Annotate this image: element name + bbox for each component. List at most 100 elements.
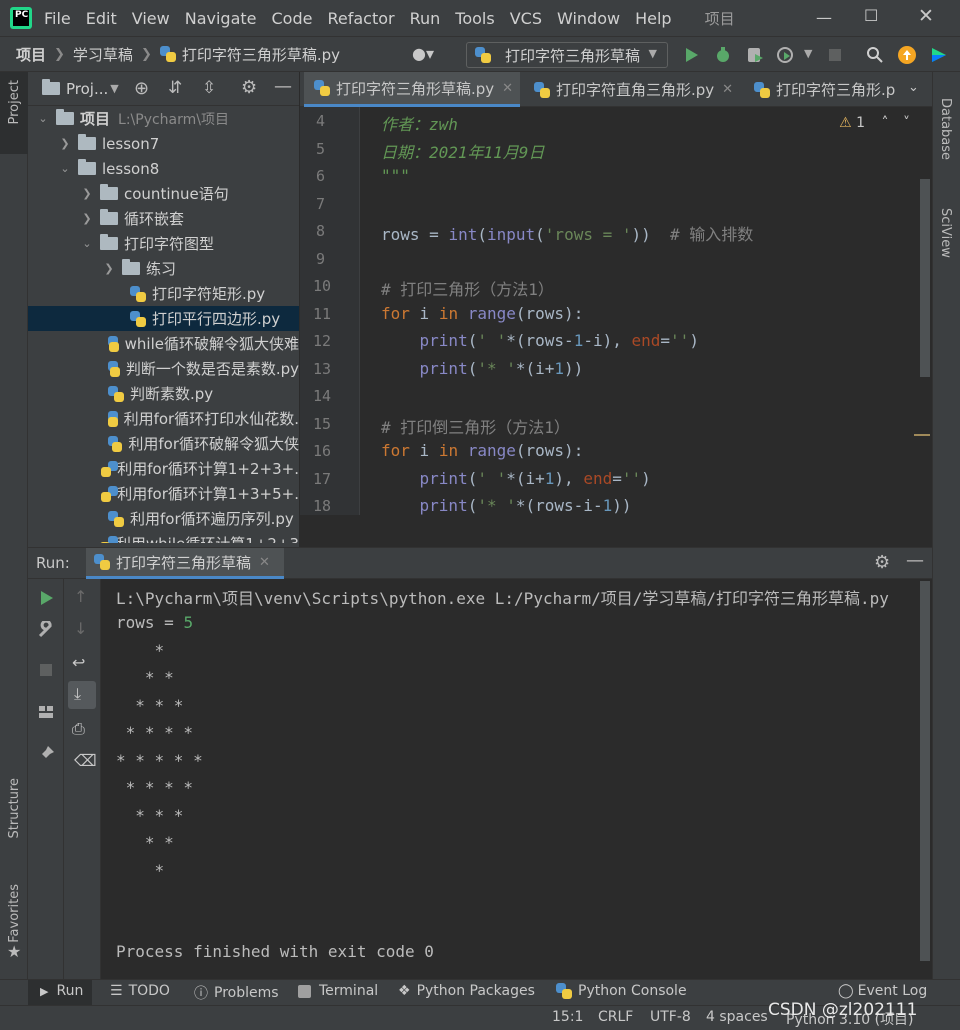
project-view-select[interactable]: Proj... (66, 80, 108, 98)
pin-icon[interactable] (37, 745, 55, 763)
caret-position[interactable]: 15:1 (552, 1009, 583, 1025)
code-editor[interactable]: 4 5 6 7 8 9 10 11 12 13 14 15 16 17 18 作… (300, 107, 932, 515)
indent-setting[interactable]: 4 spaces (706, 1009, 768, 1025)
inspection-widget[interactable]: ⚠ 1 ˄ ˅ (839, 115, 910, 131)
structure-tool-label[interactable]: Structure (7, 778, 22, 838)
stop-icon[interactable] (826, 46, 844, 64)
print-icon[interactable]: ⎙ (72, 719, 85, 739)
menu-refactor[interactable]: Refactor (327, 9, 394, 28)
menu-edit[interactable]: Edit (86, 9, 117, 28)
database-tool-label[interactable]: Database (938, 98, 953, 160)
scroll-to-end-toggle[interactable]: ⤓ (68, 681, 96, 709)
run-console[interactable]: L:\Pycharm\项目\venv\Scripts\python.exe L:… (101, 579, 918, 979)
project-tool-button[interactable]: Project (0, 72, 28, 154)
next-highlight-icon[interactable]: ˅ (903, 115, 910, 131)
terminal-tool-button[interactable]: Terminal (298, 983, 378, 999)
menu-tools[interactable]: Tools (455, 9, 494, 28)
hide-panel-icon[interactable]: — (906, 550, 924, 571)
file-encoding[interactable]: UTF-8 (650, 1009, 691, 1025)
sciview-tool-label[interactable]: SciView (938, 208, 953, 258)
folder-icon (100, 209, 118, 225)
arrow-up-icon[interactable]: ↑ (74, 587, 87, 606)
coverage-icon[interactable] (746, 46, 764, 64)
stop-icon[interactable] (37, 661, 55, 679)
tree-item-file[interactable]: 判断一个数是否是素数.py (28, 356, 299, 381)
line-separator[interactable]: CRLF (598, 1009, 633, 1025)
user-icon[interactable]: ●▾ (412, 44, 434, 63)
breadcrumb-folder[interactable]: 学习草稿 (73, 44, 133, 65)
editor-tab-active[interactable]: 打印字符三角形草稿.py ✕ (304, 72, 520, 107)
previous-highlight-icon[interactable]: ˄ (882, 115, 889, 131)
tree-root[interactable]: ⌄ 项目 L:\Pycharm\项目 (28, 106, 299, 131)
run-configuration-select[interactable]: 打印字符三角形草稿 ▼ (466, 42, 668, 68)
tree-item-file[interactable]: while循环破解令狐大侠难 (28, 331, 299, 356)
profile-icon[interactable] (776, 46, 794, 64)
tree-item-file[interactable]: 利用for循环打印水仙花数. (28, 406, 299, 431)
close-window-button[interactable]: ✕ (918, 5, 934, 27)
menu-file[interactable]: File (44, 9, 71, 28)
rerun-icon[interactable] (37, 589, 55, 607)
tree-item-file[interactable]: 判断素数.py (28, 381, 299, 406)
trash-icon[interactable]: ⌫ (74, 751, 97, 770)
tree-item-file[interactable]: 利用for循环计算1+2+3+. (28, 456, 299, 481)
expand-all-icon[interactable]: ⇵ (168, 78, 182, 98)
menu-help[interactable]: Help (635, 9, 671, 28)
locate-file-icon[interactable]: ⊕ (134, 78, 149, 99)
tree-item-folder[interactable]: ⌄ 打印字符图型 (28, 231, 299, 256)
maximize-button[interactable]: ☐ (864, 6, 878, 25)
breadcrumb-project[interactable]: 项目 (16, 44, 46, 65)
run-tab[interactable]: 打印字符三角形草稿 ✕ (86, 548, 284, 579)
menu-run[interactable]: Run (410, 9, 441, 28)
debug-icon[interactable] (714, 46, 732, 64)
tab-list-chevron-icon[interactable]: ⌄ (908, 80, 919, 95)
tree-item-lesson8[interactable]: ⌄ lesson8 (28, 156, 299, 181)
run-icon[interactable] (682, 46, 700, 64)
python-console-tool-button[interactable]: Python Console (556, 983, 687, 999)
editor-tab[interactable]: 打印字符直角三角形.py ✕ (524, 72, 742, 107)
tree-item-lesson7[interactable]: ❯ lesson7 (28, 131, 299, 156)
gear-icon[interactable]: ⚙ (241, 77, 257, 98)
layout-icon[interactable] (37, 703, 55, 721)
close-icon[interactable]: ✕ (722, 82, 733, 97)
tree-item-folder[interactable]: ❯ 循环嵌套 (28, 206, 299, 231)
tree-item-file-selected[interactable]: 打印平行四边形.py (28, 306, 299, 331)
menu-navigate[interactable]: Navigate (185, 9, 257, 28)
chevron-down-icon[interactable]: ▼ (110, 82, 118, 95)
gear-icon[interactable]: ⚙ (874, 552, 890, 573)
jetbrains-toolbox-icon[interactable] (930, 46, 948, 64)
run-tool-button[interactable]: ▶ Run (40, 983, 83, 999)
arrow-down-icon[interactable]: ↓ (74, 619, 87, 638)
event-log-tool-button[interactable]: ◯ Event Log (838, 983, 927, 999)
tree-item-file[interactable]: 利用for循环遍历序列.py (28, 506, 299, 531)
tree-item-file[interactable]: 利用for循环破解令狐大侠 (28, 431, 299, 456)
menu-view[interactable]: View (132, 9, 170, 28)
tree-item-folder[interactable]: ❯ 练习 (28, 256, 299, 281)
menu-window[interactable]: Window (557, 9, 620, 28)
update-icon[interactable] (898, 46, 916, 64)
tree-item-file[interactable]: 利用while循环计算1+2+3 (28, 531, 299, 543)
close-icon[interactable]: ✕ (259, 555, 270, 570)
more-run-options-icon[interactable]: ▼ (804, 47, 812, 60)
hide-panel-icon[interactable]: — (274, 76, 292, 97)
wrench-icon[interactable] (37, 621, 55, 639)
problems-tool-button[interactable]: ⓘ Problems (194, 983, 279, 1003)
editor-scrollbar[interactable] (920, 179, 930, 377)
breadcrumb-file[interactable]: 打印字符三角形草稿.py (182, 44, 340, 65)
menu-vcs[interactable]: VCS (510, 9, 542, 28)
tree-item-folder[interactable]: ❯ countinue语句 (28, 181, 299, 206)
python-packages-tool-button[interactable]: ❖ Python Packages (398, 983, 535, 999)
soft-wrap-icon[interactable]: ↩ (72, 653, 85, 672)
close-icon[interactable]: ✕ (502, 81, 513, 96)
tree-item-file[interactable]: 利用for循环计算1+3+5+. (28, 481, 299, 506)
todo-tool-button[interactable]: ☰ TODO (110, 983, 170, 999)
menu-code[interactable]: Code (272, 9, 313, 28)
collapse-all-icon[interactable]: ⇳ (202, 78, 216, 98)
editor-tab[interactable]: 打印字符三角形.p (744, 72, 904, 107)
minimize-button[interactable]: — (816, 8, 832, 27)
star-icon[interactable]: ★ (7, 942, 21, 961)
warning-marker[interactable] (914, 434, 930, 436)
favorites-tool-label[interactable]: Favorites (7, 884, 22, 943)
console-scrollbar[interactable] (920, 581, 930, 961)
search-icon[interactable] (866, 46, 884, 64)
tree-item-file[interactable]: 打印字符矩形.py (28, 281, 299, 306)
